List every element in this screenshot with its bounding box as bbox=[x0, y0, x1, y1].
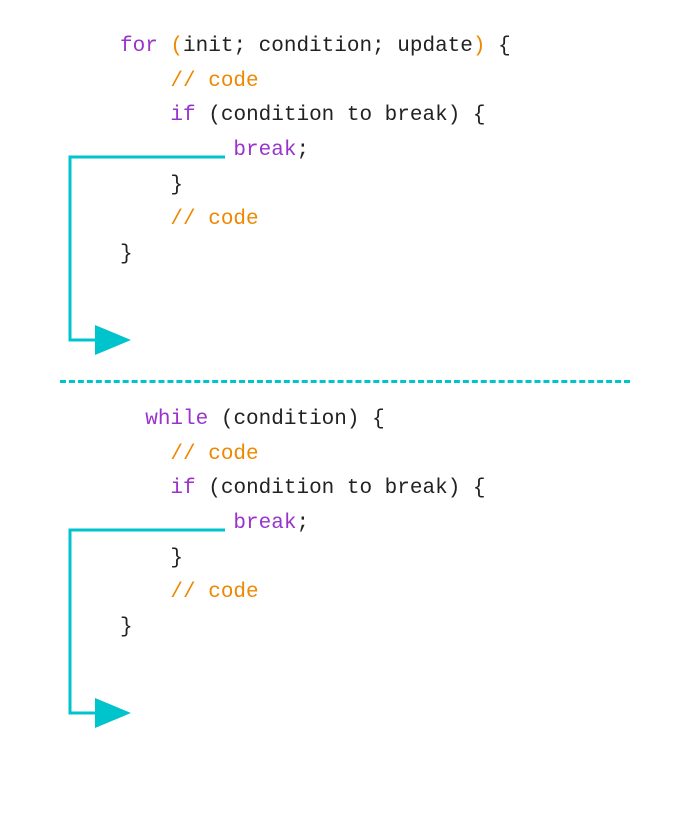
for-comment-2: // code bbox=[120, 203, 660, 238]
while-if-close: } bbox=[120, 542, 660, 577]
while-loop-block: while (condition) { // code if (conditio… bbox=[30, 403, 660, 733]
for-header-text: init; condition; update bbox=[183, 35, 473, 58]
keyword-if: if bbox=[170, 104, 195, 127]
while-if-line: if (condition to break) { bbox=[120, 472, 660, 507]
for-paren-open: ( bbox=[170, 35, 183, 58]
for-if-line: if (condition to break) { bbox=[120, 99, 660, 134]
for-paren-close: ) bbox=[473, 35, 486, 58]
section-divider bbox=[60, 380, 630, 383]
while-line-1: while (condition) { bbox=[120, 403, 660, 438]
for-if-close: } bbox=[120, 169, 660, 204]
for-close: } bbox=[120, 238, 660, 273]
for-line-1: for (init; condition; update) { bbox=[120, 30, 660, 65]
keyword-for: for bbox=[120, 35, 158, 58]
for-brace-open: { bbox=[486, 35, 511, 58]
for-loop-block: for (init; condition; update) { // code … bbox=[30, 30, 660, 360]
keyword-if: if bbox=[170, 477, 195, 500]
while-if-cond-text: condition to break bbox=[221, 477, 448, 500]
if-cond-text: condition to break bbox=[221, 104, 448, 127]
keyword-break: break bbox=[233, 512, 296, 535]
while-comment-2: // code bbox=[120, 576, 660, 611]
while-cond-text: condition bbox=[233, 408, 346, 431]
while-break-line: break; bbox=[120, 507, 660, 542]
diagram-container: for (init; condition; update) { // code … bbox=[0, 0, 690, 824]
for-comment-1: // code bbox=[120, 65, 660, 100]
keyword-while: while bbox=[145, 408, 208, 431]
while-comment-1: // code bbox=[120, 438, 660, 473]
keyword-break: break bbox=[233, 139, 296, 162]
for-break-line: break; bbox=[120, 134, 660, 169]
while-close: } bbox=[120, 611, 660, 646]
